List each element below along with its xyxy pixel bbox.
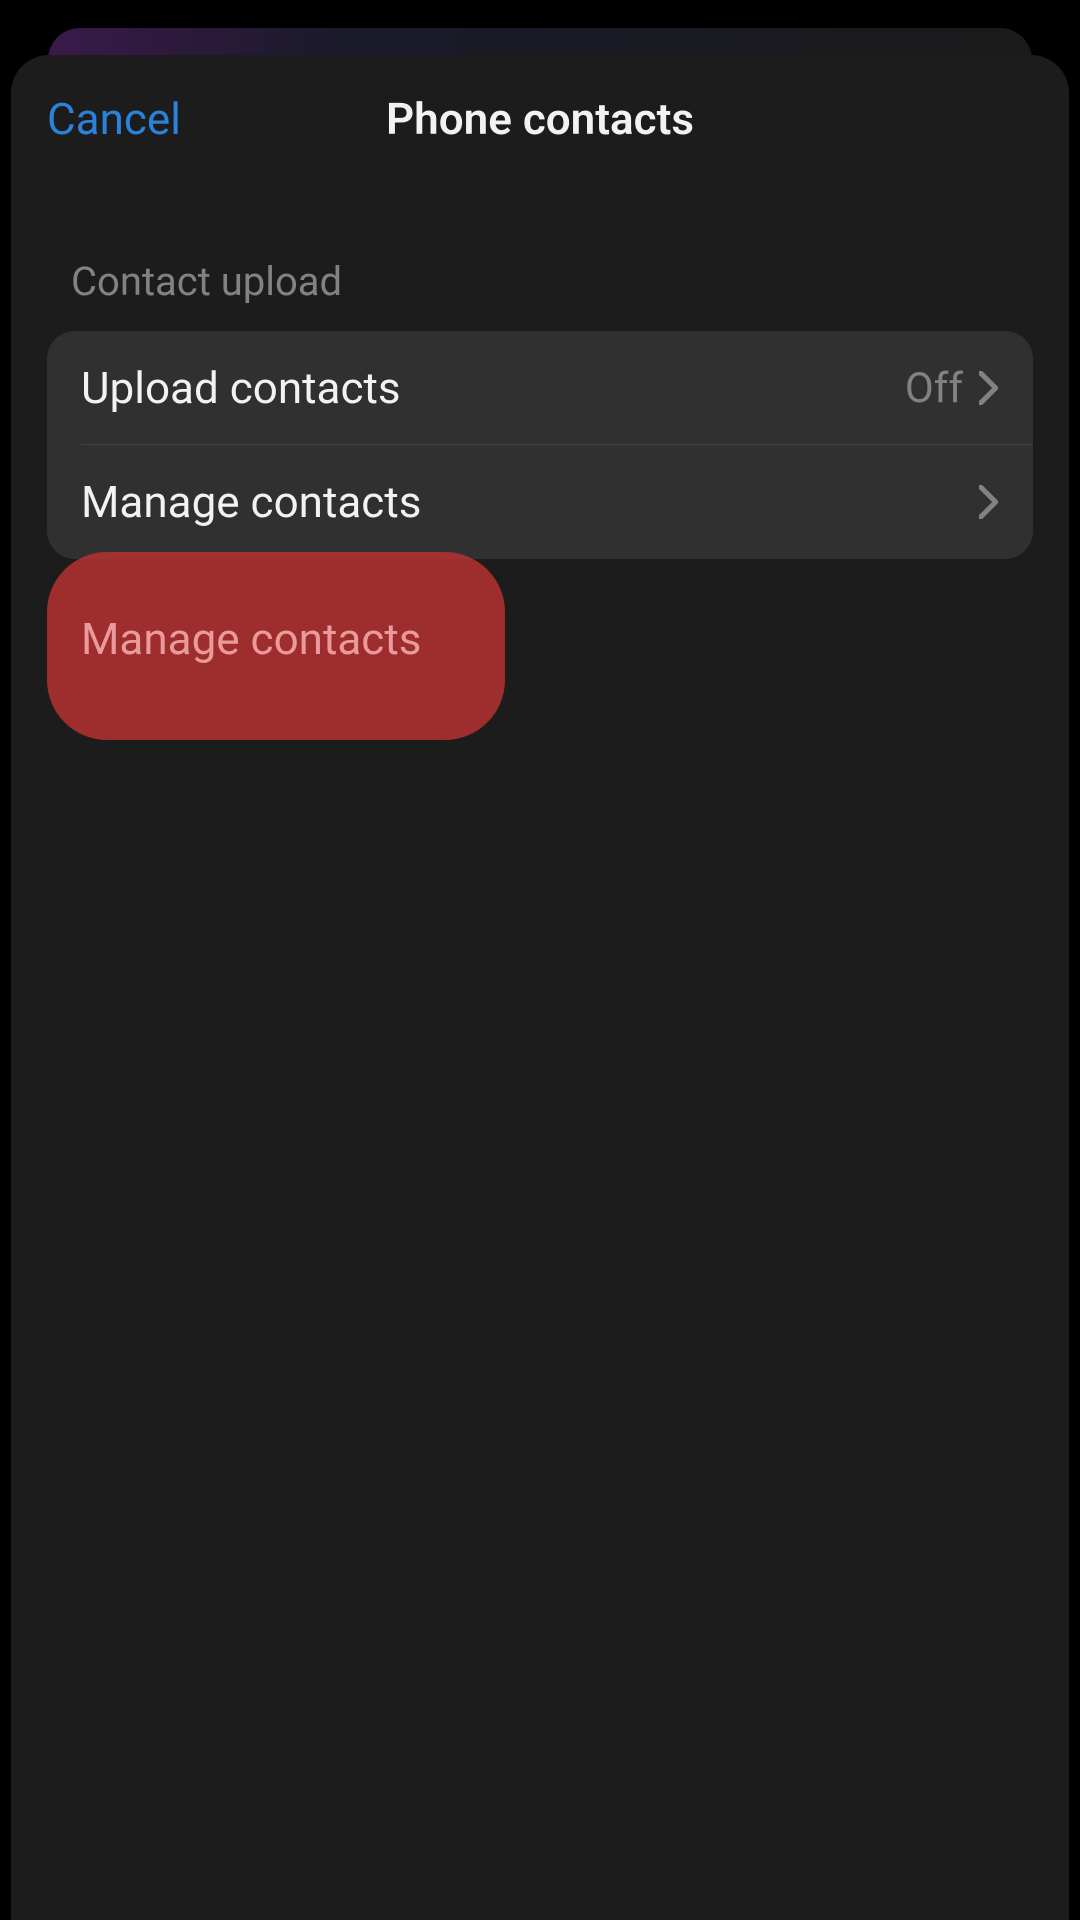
highlight-annotation-overlay (47, 552, 505, 740)
manage-contacts-row[interactable]: Manage contacts (47, 445, 1033, 559)
section-header-contact-upload: Contact upload (11, 183, 1069, 323)
manage-contacts-label: Manage contacts (81, 476, 979, 528)
modal-header: Cancel Phone contacts (11, 55, 1069, 183)
phone-contacts-modal: Cancel Phone contacts Contact upload Upl… (11, 55, 1069, 1920)
cancel-button[interactable]: Cancel (47, 93, 181, 145)
chevron-right-icon (979, 371, 999, 405)
upload-contacts-label: Upload contacts (81, 362, 905, 414)
upload-contacts-value: Off (905, 364, 963, 413)
settings-group: Upload contacts Off Manage contacts (47, 331, 1033, 559)
chevron-right-icon (979, 485, 999, 519)
page-title: Phone contacts (386, 93, 694, 145)
highlight-annotation-text: Manage contacts (81, 613, 421, 665)
upload-contacts-row[interactable]: Upload contacts Off (47, 331, 1033, 445)
